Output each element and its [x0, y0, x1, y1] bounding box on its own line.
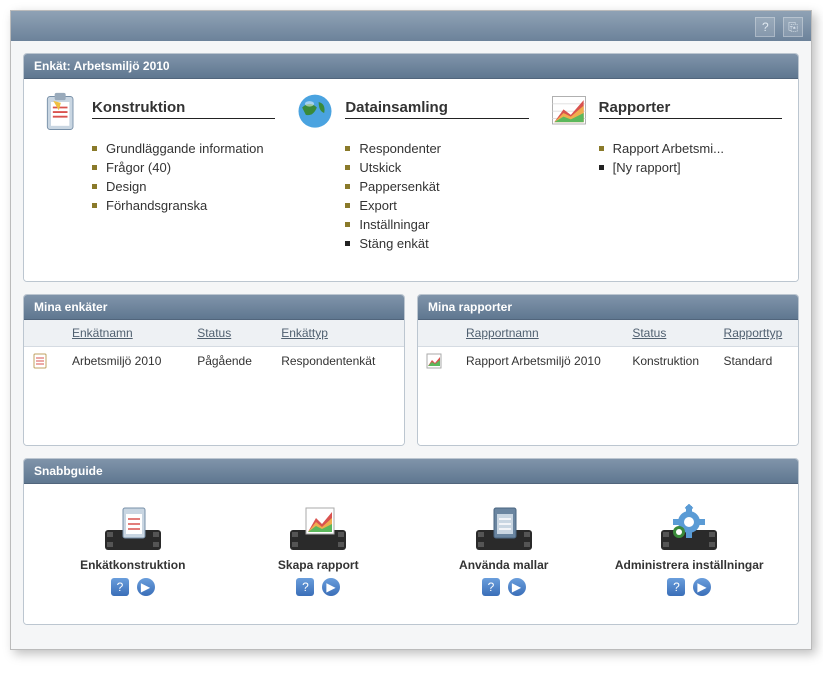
clipboard-icon — [40, 91, 84, 135]
help-icon[interactable]: ? — [111, 578, 129, 596]
help-icon[interactable]: ? — [296, 578, 314, 596]
section-heading: Rapporter — [599, 99, 782, 119]
col-report-type[interactable]: Rapporttyp — [716, 320, 798, 347]
quick-label[interactable]: Administrera inställningar — [600, 558, 778, 572]
top-bar: ? ⎘ — [11, 11, 811, 41]
film-gear-icon — [659, 504, 719, 554]
quick-item-admin-settings: Administrera inställningar ? ▶ — [600, 504, 778, 596]
section-datacollection: Datainsamling Respondenter Utskick Pappe… — [293, 91, 528, 253]
col-icon — [418, 320, 458, 347]
link-preview[interactable]: Förhandsgranska — [92, 196, 275, 215]
link-respondents[interactable]: Respondenter — [345, 139, 528, 158]
quick-item-construction: Enkätkonstruktion ? ▶ — [44, 504, 222, 596]
quickguide-header: Snabbguide — [24, 459, 798, 484]
logout-icon[interactable]: ⎘ — [783, 17, 803, 37]
table-row[interactable]: Arbetsmiljö 2010 Pågående Respondentenkä… — [24, 347, 404, 376]
col-survey-status[interactable]: Status — [189, 320, 273, 347]
cell-survey-type: Respondentenkät — [273, 347, 404, 376]
quick-label[interactable]: Enkätkonstruktion — [44, 558, 222, 572]
main-content: Enkät: Arbetsmiljö 2010 — [11, 41, 811, 649]
cell-report-type: Standard — [716, 347, 798, 376]
help-icon[interactable]: ? — [667, 578, 685, 596]
link-close-survey[interactable]: Stäng enkät — [345, 234, 528, 253]
link-paper-survey[interactable]: Pappersenkät — [345, 177, 528, 196]
col-survey-name[interactable]: Enkätnamn — [64, 320, 189, 347]
my-reports-header: Mina rapporter — [418, 295, 798, 320]
reports-table: Rapportnamn Status Rapporttyp — [418, 320, 798, 375]
section-heading: Datainsamling — [345, 99, 528, 119]
play-icon[interactable]: ▶ — [322, 578, 340, 596]
play-icon[interactable]: ▶ — [137, 578, 155, 596]
play-icon[interactable]: ▶ — [508, 578, 526, 596]
cell-report-name: Rapport Arbetsmiljö 2010 — [458, 347, 624, 376]
globe-icon — [293, 91, 337, 135]
quickguide-panel: Snabbguide Enkä — [23, 458, 799, 625]
cell-report-status: Konstruktion — [624, 347, 715, 376]
quick-label[interactable]: Använda mallar — [415, 558, 593, 572]
link-new-report[interactable]: [Ny rapport] — [599, 158, 782, 177]
datacollection-links: Respondenter Utskick Pappersenkät Export… — [345, 139, 528, 253]
section-reports: Rapporter Rapport Arbetsmi... [Ny rappor… — [547, 91, 782, 253]
my-reports-panel: Mina rapporter Rapportnamn Status Rappor… — [417, 294, 799, 446]
surveys-table: Enkätnamn Status Enkättyp — [24, 320, 404, 375]
link-questions[interactable]: Frågor (40) — [92, 158, 275, 177]
col-icon — [24, 320, 64, 347]
quick-item-templates: Använda mallar ? ▶ — [415, 504, 593, 596]
my-surveys-panel: Mina enkäter Enkätnamn Status Enkättyp — [23, 294, 405, 446]
construction-links: Grundläggande information Frågor (40) De… — [92, 139, 275, 215]
app-frame: ? ⎘ Enkät: Arbetsmiljö 2010 — [10, 10, 812, 650]
cell-survey-status: Pågående — [189, 347, 273, 376]
survey-panel: Enkät: Arbetsmiljö 2010 — [23, 53, 799, 282]
col-report-status[interactable]: Status — [624, 320, 715, 347]
link-report-arbetsmiljo[interactable]: Rapport Arbetsmi... — [599, 139, 782, 158]
film-template-icon — [474, 504, 534, 554]
section-construction: Konstruktion Grundläggande information F… — [40, 91, 275, 253]
survey-panel-header: Enkät: Arbetsmiljö 2010 — [24, 54, 798, 79]
cell-survey-name: Arbetsmiljö 2010 — [64, 347, 189, 376]
my-surveys-header: Mina enkäter — [24, 295, 404, 320]
link-settings[interactable]: Inställningar — [345, 215, 528, 234]
chart-icon — [547, 91, 591, 135]
film-clipboard-icon — [103, 504, 163, 554]
link-export[interactable]: Export — [345, 196, 528, 215]
reports-links: Rapport Arbetsmi... [Ny rapport] — [599, 139, 782, 177]
film-chart-icon — [288, 504, 348, 554]
link-basic-info[interactable]: Grundläggande information — [92, 139, 275, 158]
table-row[interactable]: Rapport Arbetsmiljö 2010 Konstruktion St… — [418, 347, 798, 376]
link-design[interactable]: Design — [92, 177, 275, 196]
report-row-icon — [426, 353, 442, 369]
play-icon[interactable]: ▶ — [693, 578, 711, 596]
col-report-name[interactable]: Rapportnamn — [458, 320, 624, 347]
quick-label[interactable]: Skapa rapport — [229, 558, 407, 572]
help-icon[interactable]: ? — [482, 578, 500, 596]
help-icon[interactable]: ? — [755, 17, 775, 37]
link-dispatch[interactable]: Utskick — [345, 158, 528, 177]
quick-item-create-report: Skapa rapport ? ▶ — [229, 504, 407, 596]
col-survey-type[interactable]: Enkättyp — [273, 320, 404, 347]
survey-row-icon — [32, 353, 48, 369]
section-heading: Konstruktion — [92, 99, 275, 119]
